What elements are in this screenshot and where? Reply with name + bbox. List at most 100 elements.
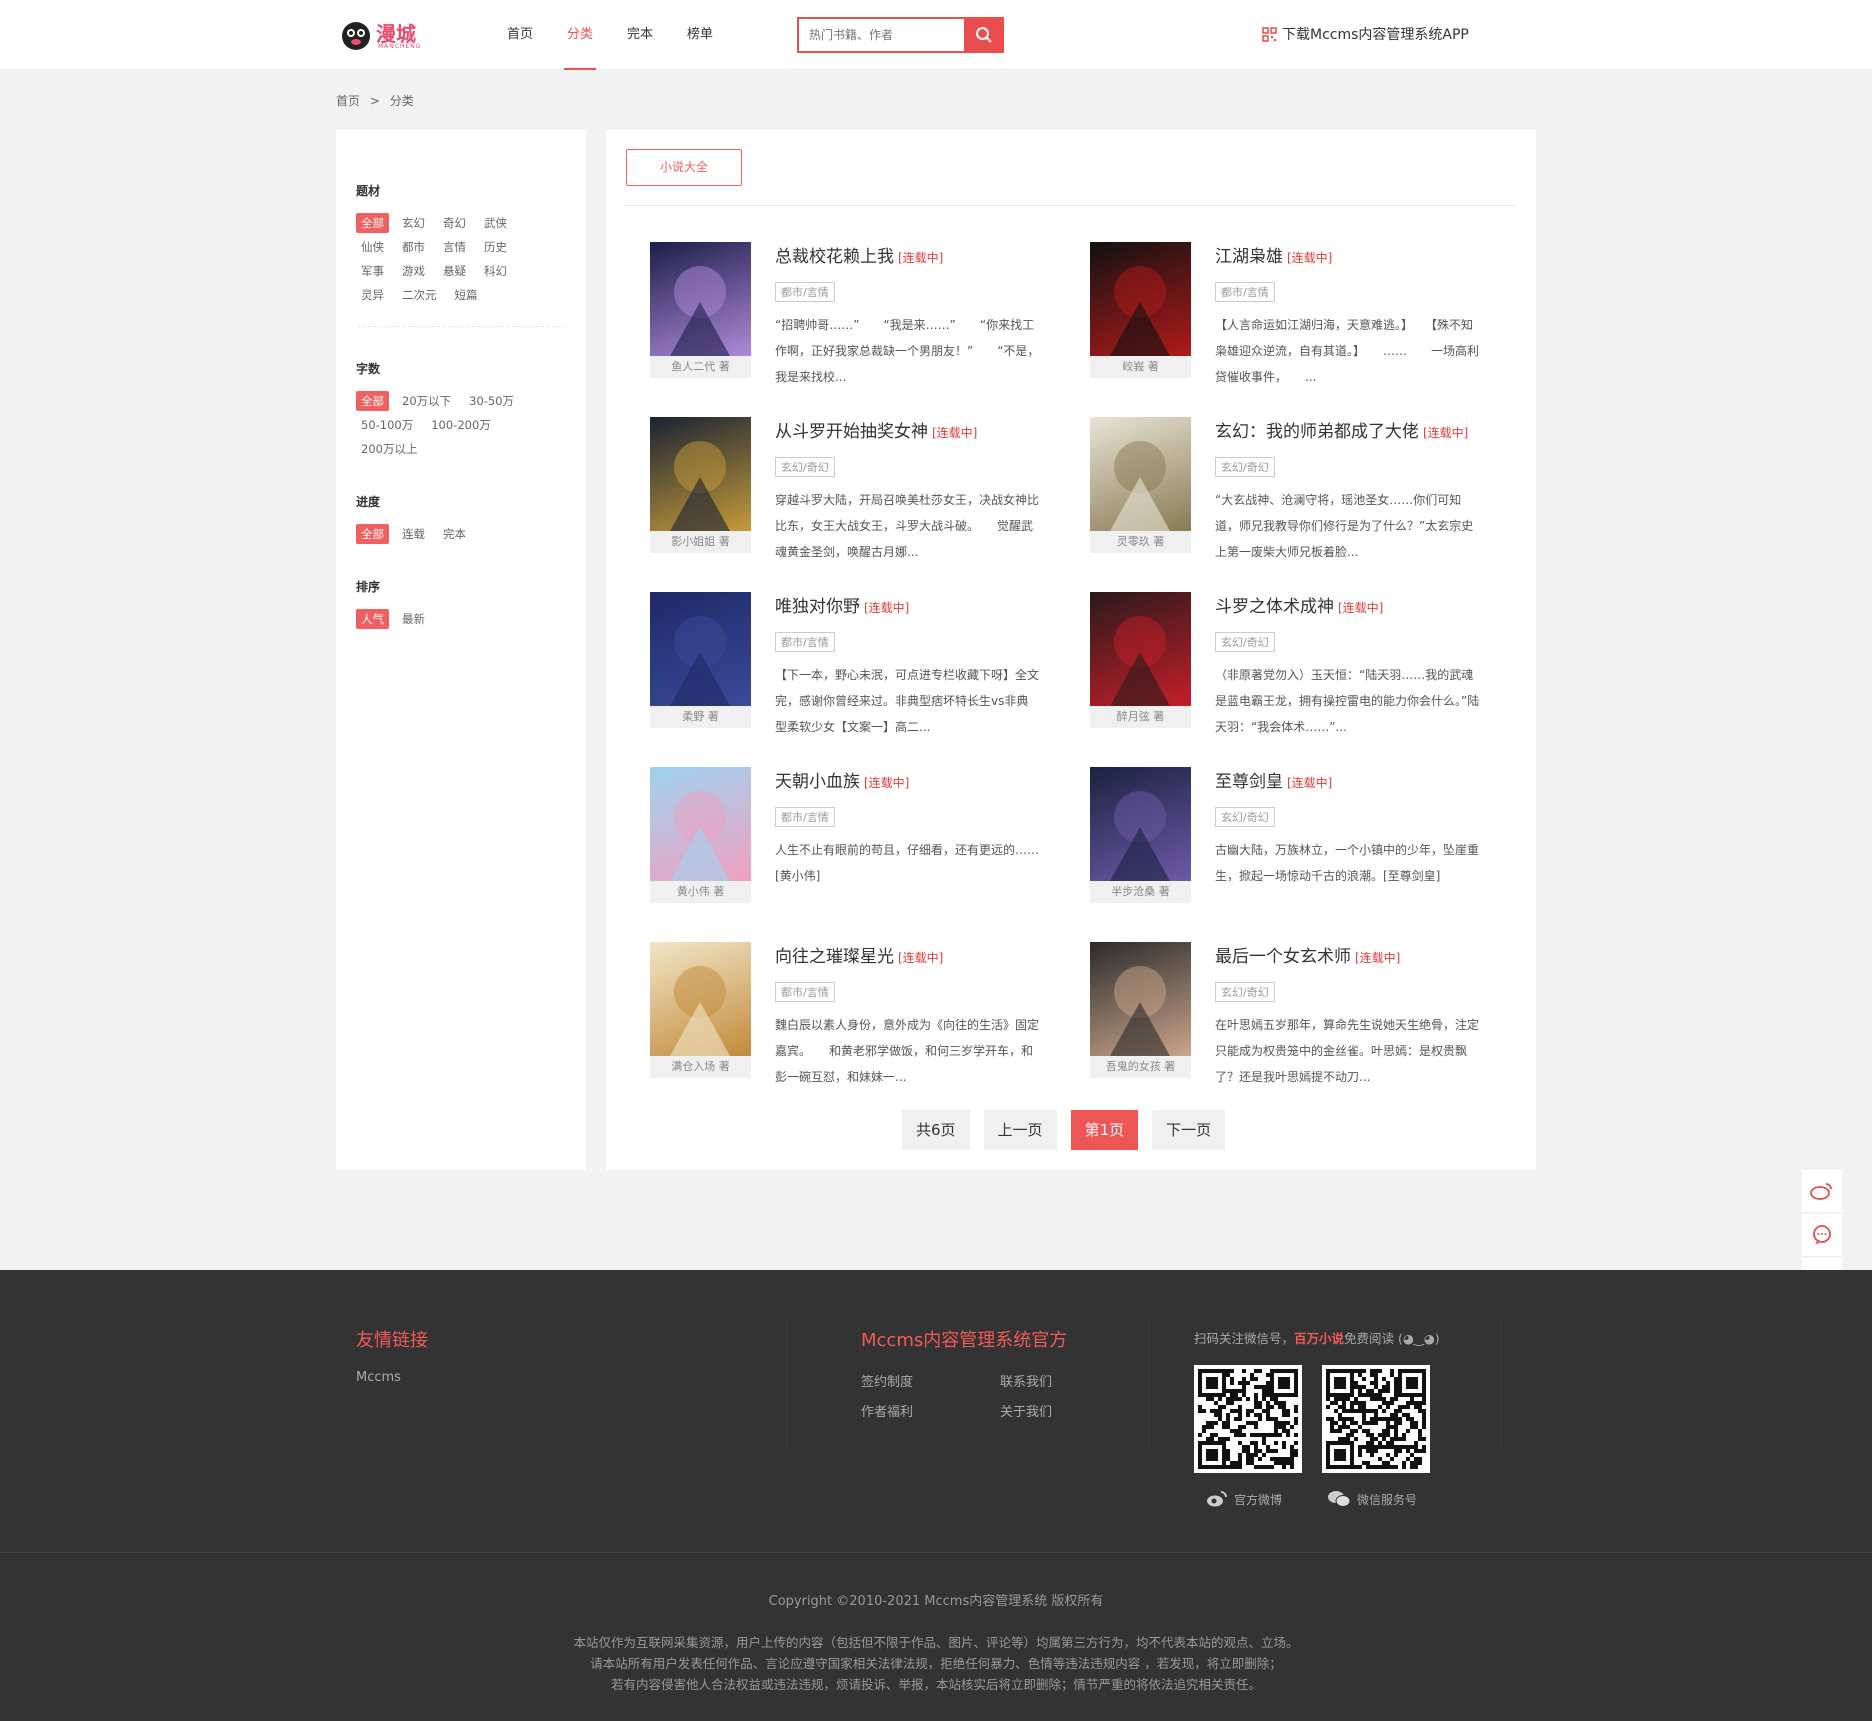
nav-home[interactable]: 首页 (490, 0, 550, 70)
book-item[interactable]: 半步沧桑 著 至尊剑皇 [连载中] 玄幻/奇幻 古幽大陆，万族林立，一个小镇中的少… (1090, 767, 1490, 917)
prev-page-button[interactable]: 上一页 (983, 1110, 1057, 1150)
filter-progress-title: 进度 (356, 495, 381, 509)
book-item[interactable]: 灵零玖 著 玄幻：我的师弟都成了大佬 [连载中] 玄幻/奇幻 “大玄战神、沧澜守将… (1090, 417, 1490, 567)
book-cover[interactable] (1090, 942, 1191, 1056)
filter-option[interactable]: 言情 (438, 237, 471, 257)
weibo-float-button[interactable] (1802, 1170, 1842, 1212)
filter-option[interactable]: 人气 (356, 609, 389, 629)
book-title[interactable]: 从斗罗开始抽奖女神 [连载中] (775, 417, 977, 442)
breadcrumb-home[interactable]: 首页 (336, 94, 360, 108)
book-title-text: 向往之璀璨星光 (775, 947, 894, 967)
book-item[interactable]: 黄小伟 著 天朝小血族 [连载中] 都市/言情 人生不止有眼前的苟且，仔细看，还有… (650, 767, 1050, 917)
filter-option[interactable]: 奇幻 (438, 213, 471, 233)
next-page-button[interactable]: 下一页 (1152, 1110, 1226, 1150)
book-title[interactable]: 向往之璀璨星光 [连载中] (775, 942, 943, 967)
current-page[interactable]: 第1页 (1070, 1110, 1139, 1150)
book-title[interactable]: 至尊剑皇 [连载中] (1215, 767, 1332, 792)
filter-option[interactable]: 悬疑 (438, 261, 471, 281)
search-input[interactable] (799, 19, 959, 51)
book-item[interactable]: 吾鬼的女孩 著 最后一个女玄术师 [连载中] 玄幻/奇幻 在叶思嫣五岁那年，算命先… (1090, 942, 1490, 1092)
qr-caption-prefix: 扫码关注微信号， (1194, 1331, 1295, 1346)
book-genre-tag: 都市/言情 (775, 807, 835, 827)
footer-link-mccms[interactable]: Mccms (356, 1370, 401, 1385)
app-download-link[interactable]: 下载Mccms内容管理系统APP (1262, 24, 1469, 44)
book-title[interactable]: 唯独对你野 [连载中] (775, 592, 909, 617)
filter-option[interactable]: 完本 (438, 524, 471, 544)
footer-link-contact[interactable]: 联系我们 (1000, 1371, 1052, 1390)
filter-option[interactable]: 游戏 (397, 261, 430, 281)
filter-option[interactable]: 最新 (397, 609, 430, 629)
filter-option[interactable]: 短篇 (450, 285, 483, 305)
book-genre-tag: 玄幻/奇幻 (1215, 457, 1275, 477)
filter-option[interactable]: 科幻 (479, 261, 512, 281)
footer-link-contract[interactable]: 签约制度 (861, 1371, 913, 1390)
filter-option[interactable]: 仙侠 (356, 237, 389, 257)
book-author: 灵零玖 著 (1090, 531, 1191, 553)
book-cover-frame: 鱼人二代 著 (650, 242, 751, 378)
filter-option[interactable]: 历史 (479, 237, 512, 257)
filter-option[interactable]: 全部 (356, 213, 389, 233)
qr-caption: 扫码关注微信号，百万小说免费阅读 (◕‿◕) (1194, 1328, 1440, 1347)
book-item[interactable]: 峧峩 著 江湖枭雄 [连载中] 都市/言情 【人言命运如江湖归海，天意难逃。】 【… (1090, 242, 1490, 392)
book-genre-tag: 都市/言情 (1215, 282, 1275, 302)
book-cover[interactable] (1090, 242, 1191, 356)
book-cover[interactable] (1090, 592, 1191, 706)
filter-option[interactable]: 都市 (397, 237, 430, 257)
book-item[interactable]: 满仓入场 著 向往之璀璨星光 [连载中] 都市/言情 魏白辰以素人身份，意外成为《… (650, 942, 1050, 1092)
book-cover[interactable] (650, 942, 751, 1056)
book-title-text: 斗罗之体术成神 (1215, 597, 1334, 617)
book-title-text: 天朝小血族 (775, 772, 860, 792)
filter-option[interactable]: 200万以上 (356, 439, 422, 459)
filter-option[interactable]: 武侠 (479, 213, 512, 233)
page-total: 共6页 (902, 1110, 970, 1150)
book-cover[interactable] (1090, 417, 1191, 531)
footer-weibo-link[interactable]: 官方微博 (1206, 1490, 1282, 1508)
filter-sidebar: 题材 全部 玄幻 奇幻 武侠 仙侠 都市 言情 历史 军事 游戏 悬疑 科幻 灵异 二次元 短篇 字数 全部… (336, 130, 586, 1170)
filter-option[interactable]: 灵异 (356, 285, 389, 305)
tab-all-novels[interactable]: 小说大全 (626, 149, 742, 186)
book-title[interactable]: 斗罗之体术成神 [连载中] (1215, 592, 1383, 617)
footer-separator (0, 1552, 1872, 1553)
search-button[interactable] (964, 17, 1004, 53)
nav-finished[interactable]: 完本 (610, 0, 670, 70)
footer-wechat-link[interactable]: 微信服务号 (1327, 1490, 1417, 1508)
book-title[interactable]: 最后一个女玄术师 [连载中] (1215, 942, 1400, 967)
footer-link-about[interactable]: 关于我们 (1000, 1401, 1052, 1420)
book-description: 魏白辰以素人身份，意外成为《向往的生活》固定嘉宾。 和黄老邪学做饭，和何三岁学开… (775, 1018, 1040, 1084)
book-title[interactable]: 江湖枭雄 [连载中] (1215, 242, 1332, 267)
book-title[interactable]: 天朝小血族 [连载中] (775, 767, 909, 792)
disclaimer-line: 本站仅作为互联网采集资源，用户上传的内容（包括但不限于作品、图片、评论等）均属第… (573, 1635, 1299, 1650)
filter-option[interactable]: 连载 (397, 524, 430, 544)
nav-category[interactable]: 分类 (550, 0, 610, 70)
book-status: [连载中] (1287, 776, 1333, 790)
filter-option[interactable]: 全部 (356, 524, 389, 544)
filter-option[interactable]: 20万以下 (397, 391, 456, 411)
footer-link-welfare[interactable]: 作者福利 (861, 1401, 913, 1420)
filter-option[interactable]: 二次元 (397, 285, 442, 305)
footer-wechat-text: 微信服务号 (1357, 1492, 1418, 1507)
filter-option[interactable]: 全部 (356, 391, 389, 411)
filter-option[interactable]: 100-200万 (426, 415, 496, 435)
book-cover[interactable] (650, 417, 751, 531)
book-item[interactable]: 鱼人二代 著 总裁校花赖上我 [连载中] 都市/言情 “招聘帅哥……” “我是来…… (650, 242, 1050, 392)
nav-ranking[interactable]: 榜单 (670, 0, 730, 70)
book-cover[interactable] (650, 242, 751, 356)
book-item[interactable]: 影小姐姐 著 从斗罗开始抽奖女神 [连载中] 玄幻/奇幻 穿越斗罗大陆，开局召唤美… (650, 417, 1050, 567)
book-cover[interactable] (650, 592, 751, 706)
filter-option[interactable]: 50-100万 (356, 415, 418, 435)
book-cover[interactable] (650, 767, 751, 881)
book-item[interactable]: 醉月弦 著 斗罗之体术成神 [连载中] 玄幻/奇幻 （非原著党勿入）玉天恒：“陆天… (1090, 592, 1490, 742)
filter-option[interactable]: 30-50万 (464, 391, 519, 411)
qrcode-icon (1262, 26, 1277, 42)
disclaimer-line: 若有内容侵害他人合法权益或违法违规，烦请投诉、举报，本站核实后将立即删除；情节严… (610, 1677, 1261, 1692)
book-cover-frame: 柔野 著 (650, 592, 751, 728)
comment-float-button[interactable] (1802, 1214, 1842, 1256)
filter-option[interactable]: 玄幻 (397, 213, 430, 233)
filter-option[interactable]: 军事 (356, 261, 389, 281)
site-logo[interactable]: 漫城 MANCHENG (338, 18, 438, 52)
book-description: 穿越斗罗大陆，开局召唤美杜莎女王，决战女神比比东，女王大战女王，斗罗大战斗破。 … (775, 493, 1040, 559)
book-cover[interactable] (1090, 767, 1191, 881)
book-item[interactable]: 柔野 著 唯独对你野 [连载中] 都市/言情 【下一本，野心未泯，可点进专栏收藏下… (650, 592, 1050, 742)
book-title[interactable]: 玄幻：我的师弟都成了大佬 [连载中] (1215, 417, 1468, 442)
book-title[interactable]: 总裁校花赖上我 [连载中] (775, 242, 943, 267)
